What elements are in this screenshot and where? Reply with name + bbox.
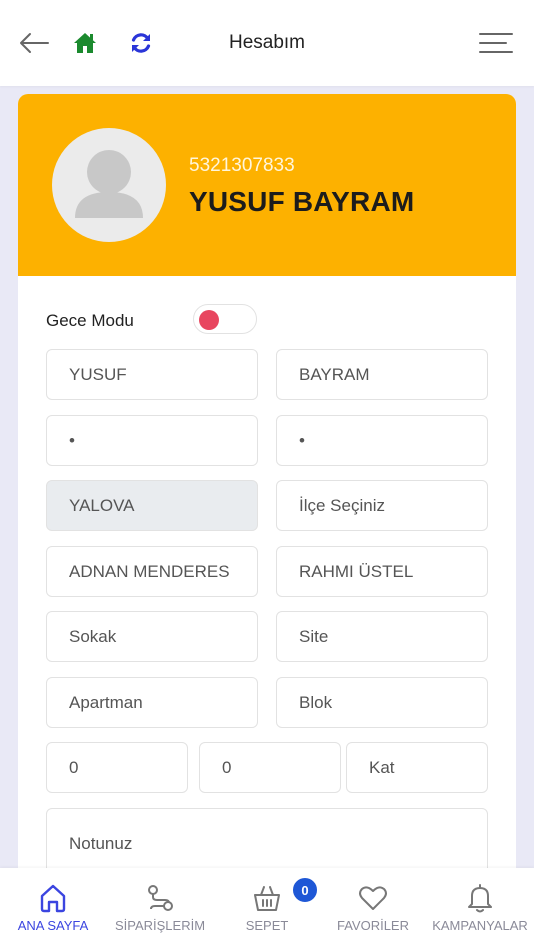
tab-siparislerim[interactable]: SİPARİŞLERİM	[112, 868, 208, 950]
blok-input[interactable]: Blok	[276, 677, 488, 728]
bell-icon	[465, 882, 495, 914]
page-title: Hesabım	[228, 32, 306, 53]
home-outline-icon	[38, 882, 68, 914]
masked-field-left[interactable]: •	[46, 415, 258, 466]
tab-favoriler[interactable]: FAVORİLER	[330, 868, 416, 950]
cart-count-badge: 0	[291, 876, 319, 904]
toggle-knob	[199, 310, 219, 330]
neighborhood-select[interactable]: ADNAN MENDERES	[46, 546, 258, 597]
tab-kampanyalar[interactable]: KAMPANYALAR	[428, 868, 532, 950]
number-input-2[interactable]: 0	[199, 742, 341, 793]
profile-name: YUSUF BAYRAM	[189, 186, 415, 217]
account-card: 5321307833 YUSUF BAYRAM Gece Modu YUSUF …	[18, 94, 516, 894]
hamburger-menu-icon[interactable]	[478, 28, 514, 58]
tab-label: ANA SAYFA	[17, 918, 89, 933]
top-bar: Hesabım	[0, 0, 534, 86]
tab-label: KAMPANYALAR	[432, 918, 528, 933]
bottom-nav: ANA SAYFA SİPARİŞLERİM SEPET FAVORİLER K…	[0, 868, 534, 950]
first-name-field[interactable]: YUSUF	[46, 349, 258, 400]
tab-label: SEPET	[245, 918, 289, 933]
night-mode-label: Gece Modu	[46, 311, 134, 330]
basket-icon	[252, 882, 282, 914]
sokak-input[interactable]: Sokak	[46, 611, 258, 662]
heart-icon	[358, 882, 388, 914]
number-input-1[interactable]: 0	[46, 742, 188, 793]
tab-ana-sayfa[interactable]: ANA SAYFA	[10, 868, 96, 950]
apartman-input[interactable]: Apartman	[46, 677, 258, 728]
city-select[interactable]: YALOVA	[46, 480, 258, 531]
profile-phone: 5321307833	[189, 155, 295, 176]
masked-field-right[interactable]: •	[276, 415, 488, 466]
tab-label: FAVORİLER	[336, 918, 409, 933]
tab-label: SİPARİŞLERİM	[114, 918, 206, 933]
last-name-field[interactable]: BAYRAM	[276, 349, 488, 400]
route-icon	[145, 882, 175, 914]
night-mode-toggle[interactable]	[193, 304, 257, 334]
street-field[interactable]: RAHMI ÜSTEL	[276, 546, 488, 597]
site-input[interactable]: Site	[276, 611, 488, 662]
profile-banner: 5321307833 YUSUF BAYRAM	[18, 94, 516, 276]
avatar[interactable]	[52, 128, 166, 242]
district-select[interactable]: İlçe Seçiniz	[276, 480, 488, 531]
kat-input[interactable]: Kat	[346, 742, 488, 793]
